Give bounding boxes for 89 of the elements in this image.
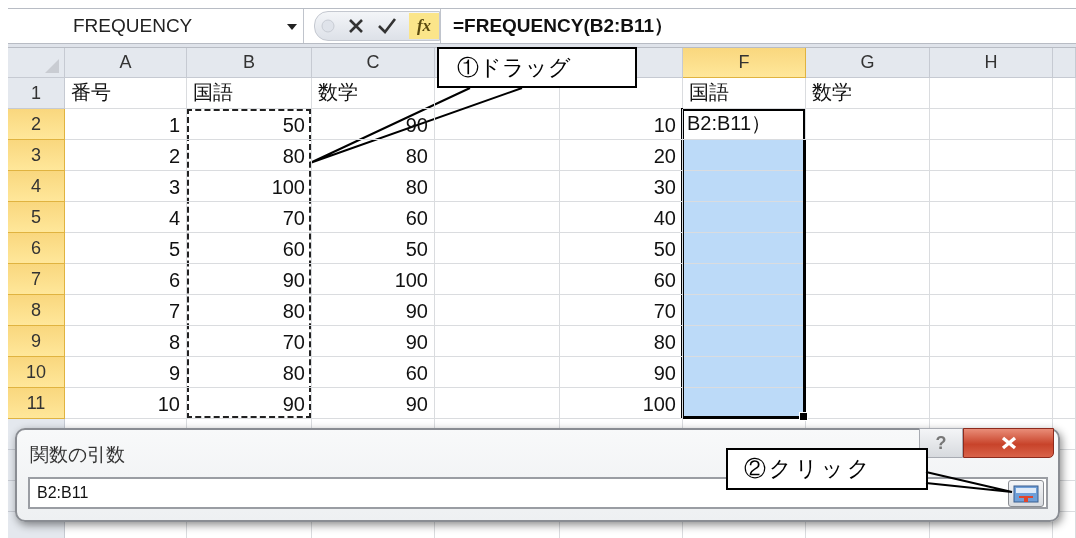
row-header[interactable]: 10 xyxy=(8,357,65,388)
name-box[interactable]: FREQUENCY xyxy=(8,9,304,43)
table-cell xyxy=(1053,140,1076,171)
table-cell: 60 xyxy=(560,264,683,295)
table-cell: 50 xyxy=(312,233,435,264)
table-cell: 100 xyxy=(312,264,435,295)
table-cell xyxy=(1053,171,1076,202)
cancel-icon[interactable] xyxy=(347,17,365,35)
table-cell xyxy=(1053,326,1076,357)
enter-icon[interactable] xyxy=(377,17,397,35)
row-header[interactable]: 8 xyxy=(8,295,65,326)
column-header[interactable]: G xyxy=(806,48,930,78)
table-cell xyxy=(1053,78,1076,109)
table-cell: 70 xyxy=(187,202,312,233)
column-header[interactable]: C xyxy=(312,48,435,78)
table-cell: 10 xyxy=(560,109,683,140)
table-cell: 100 xyxy=(560,388,683,419)
row-header[interactable]: 11 xyxy=(8,388,65,419)
table-cell: 80 xyxy=(312,140,435,171)
table-cell: 数学 xyxy=(806,78,930,109)
column-header[interactable]: B xyxy=(187,48,312,78)
table-cell xyxy=(1053,109,1076,140)
close-icon xyxy=(999,436,1018,450)
table-cell: 90 xyxy=(312,295,435,326)
dialog-title: 関数の引数 xyxy=(30,443,125,467)
row-header[interactable]: 5 xyxy=(8,202,65,233)
table-cell: 数学 xyxy=(312,78,435,109)
row-header[interactable]: 9 xyxy=(8,326,65,357)
table-cell: 50 xyxy=(187,109,312,140)
table-cell: 70 xyxy=(560,295,683,326)
table-cell: 80 xyxy=(187,357,312,388)
table-cell: 90 xyxy=(560,357,683,388)
insert-function-button[interactable]: fx xyxy=(409,13,439,39)
table-cell: 2 xyxy=(65,140,187,171)
table-cell xyxy=(1053,233,1076,264)
help-button[interactable]: ? xyxy=(919,428,963,458)
row-header[interactable]: 4 xyxy=(8,171,65,202)
table-cell: 60 xyxy=(187,233,312,264)
table-cell: 60 xyxy=(312,202,435,233)
table-cell: 80 xyxy=(187,295,312,326)
row-header[interactable]: 2 xyxy=(8,109,65,140)
row-header[interactable]: 6 xyxy=(8,233,65,264)
table-cell: 4 xyxy=(65,202,187,233)
table-cell: 70 xyxy=(187,326,312,357)
table-cell: 80 xyxy=(187,140,312,171)
table-cell: 80 xyxy=(560,326,683,357)
table-cell xyxy=(1053,295,1076,326)
table-cell: 20 xyxy=(560,140,683,171)
table-cell: 100 xyxy=(187,171,312,202)
table-cell: 8 xyxy=(65,326,187,357)
table-cell: 3 xyxy=(65,171,187,202)
table-cell xyxy=(1053,264,1076,295)
collapse-icon xyxy=(1013,484,1039,503)
table-cell: 6 xyxy=(65,264,187,295)
close-button[interactable] xyxy=(963,428,1054,458)
table-cell xyxy=(1053,202,1076,233)
column-header[interactable]: F xyxy=(683,48,806,78)
table-cell: 40 xyxy=(560,202,683,233)
table-cell: 80 xyxy=(312,171,435,202)
table-cell: 5 xyxy=(65,233,187,264)
row-header[interactable]: 7 xyxy=(8,264,65,295)
column-header[interactable]: A xyxy=(65,48,187,78)
table-cell: 10 xyxy=(65,388,187,419)
formula-field[interactable]: =FREQUENCY(B2:B11） xyxy=(440,9,1076,43)
table-cell: 番号 xyxy=(65,78,187,109)
table-cell: 60 xyxy=(312,357,435,388)
table-cell: 国語 xyxy=(187,78,312,109)
table-cell: 90 xyxy=(312,326,435,357)
row-header[interactable]: 1 xyxy=(8,78,65,109)
dropdown-icon[interactable] xyxy=(287,24,297,30)
row-header[interactable]: 3 xyxy=(8,140,65,171)
table-cell: 90 xyxy=(312,388,435,419)
collapse-dialog-button[interactable] xyxy=(1008,480,1044,507)
table-cell xyxy=(1053,357,1076,388)
table-cell: 9 xyxy=(65,357,187,388)
fill-handle[interactable] xyxy=(799,412,808,421)
corner-triangle-icon xyxy=(45,59,59,73)
instruction-tooltip: ①ドラッグ xyxy=(437,47,637,88)
table-cell: 90 xyxy=(187,388,312,419)
table-cell: 7 xyxy=(65,295,187,326)
dot-icon xyxy=(321,19,335,33)
table-cell: 30 xyxy=(560,171,683,202)
column-header[interactable]: H xyxy=(930,48,1053,78)
table-cell: 1 xyxy=(65,109,187,140)
instruction-tooltip: ②クリック xyxy=(726,448,928,490)
table-cell xyxy=(1053,388,1076,419)
table-cell: 50 xyxy=(560,233,683,264)
table-cell: 90 xyxy=(187,264,312,295)
table-cell: 国語 xyxy=(683,78,806,109)
